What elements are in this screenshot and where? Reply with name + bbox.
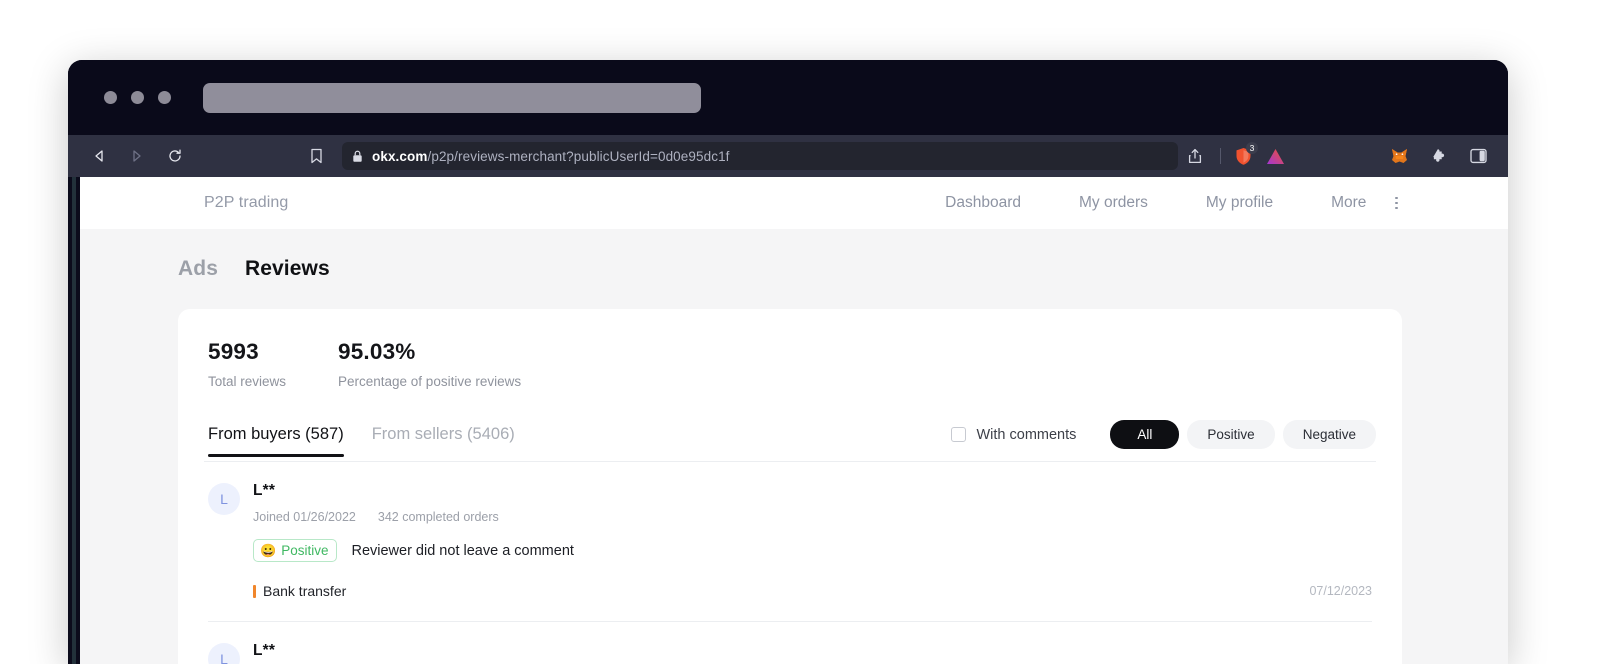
- reviews-filter-row: From buyers (587) From sellers (5406) Wi…: [204, 420, 1376, 461]
- navigation-buttons: [90, 147, 184, 165]
- reload-icon[interactable]: [166, 147, 184, 165]
- nav-link-my-profile[interactable]: My profile: [1177, 194, 1302, 212]
- reviewer-orders: 342 completed orders: [377, 510, 499, 524]
- review-header: L L** Joined 01/26/2022 342 completed or…: [208, 482, 1372, 524]
- nav-link-dashboard[interactable]: Dashboard: [916, 194, 1050, 212]
- toolbar-divider: [1220, 148, 1221, 164]
- stat-total-reviews: 5993 Total reviews: [208, 339, 338, 389]
- filter-controls: With comments All Positive Negative: [951, 420, 1376, 461]
- metamask-fox-icon[interactable]: [1379, 147, 1420, 165]
- review-identity: L** Joined 01/26/2022 342 completed orde…: [253, 482, 499, 524]
- reviewer-name[interactable]: L**: [253, 482, 499, 500]
- with-comments-label: With comments: [976, 426, 1077, 443]
- total-reviews-label: Total reviews: [208, 374, 287, 389]
- nav-link-more[interactable]: More: [1302, 194, 1395, 212]
- back-icon[interactable]: [90, 147, 108, 165]
- more-vertical-dots-icon[interactable]: [1395, 196, 1402, 210]
- review-identity: L**: [253, 642, 275, 664]
- brand-title[interactable]: P2P trading: [204, 194, 288, 212]
- filter-pill-negative[interactable]: Negative: [1282, 420, 1376, 449]
- payment-marker-icon: [253, 584, 256, 598]
- reviews-card: 5993 Total reviews 95.03% Percentage of …: [178, 309, 1402, 664]
- tab-reviews[interactable]: Reviews: [245, 257, 330, 281]
- minimize-window-button[interactable]: [131, 91, 144, 104]
- smiley-icon: 😀: [260, 543, 277, 558]
- site-header: P2P trading Dashboard My orders My profi…: [80, 177, 1508, 229]
- sidebar-toggle-icon[interactable]: [1459, 148, 1498, 164]
- avatar: L: [208, 643, 240, 664]
- stat-positive-percentage: 95.03% Percentage of positive reviews: [338, 339, 521, 389]
- review-item: L L**: [204, 622, 1376, 664]
- brave-logo-icon[interactable]: [1258, 148, 1293, 165]
- reviewer-name[interactable]: L**: [253, 642, 275, 660]
- toolbar-right-icons: 3: [1178, 141, 1508, 166]
- status-badge-label: Positive: [281, 543, 329, 558]
- reviewer-joined: Joined 01/26/2022: [253, 510, 356, 524]
- browser-tab[interactable]: [203, 82, 701, 113]
- with-comments-checkbox-wrapper[interactable]: With comments: [951, 427, 1076, 443]
- filter-pill-all[interactable]: All: [1110, 420, 1180, 449]
- bookmark-icon[interactable]: [310, 147, 323, 165]
- window-controls[interactable]: [104, 91, 171, 104]
- payment-method-label: Bank transfer: [263, 583, 347, 599]
- review-header: L L**: [208, 642, 1372, 664]
- address-bar[interactable]: okx.com/p2p/reviews-merchant?publicUserI…: [342, 142, 1178, 170]
- avatar: L: [208, 483, 240, 515]
- tab-from-buyers[interactable]: From buyers (587): [208, 425, 344, 457]
- wallet-icon[interactable]: [1498, 148, 1508, 164]
- url-path: /p2p/reviews-merchant?publicUserId=0d0e9…: [427, 148, 730, 164]
- brave-shields-icon[interactable]: 3: [1229, 141, 1258, 166]
- browser-toolbar: okx.com/p2p/reviews-merchant?publicUserI…: [68, 135, 1508, 177]
- close-window-button[interactable]: [104, 91, 117, 104]
- status-badge: 😀 Positive: [253, 539, 338, 562]
- with-comments-checkbox[interactable]: [951, 427, 967, 442]
- reviewer-meta: Joined 01/26/2022 342 completed orders: [253, 510, 499, 524]
- url-domain: okx.com: [372, 148, 428, 164]
- nav-link-my-orders[interactable]: My orders: [1050, 194, 1177, 212]
- total-reviews-value: 5993: [208, 339, 259, 364]
- review-body: 😀 Positive Reviewer did not leave a comm…: [253, 539, 1372, 562]
- section-tabs: Ads Reviews: [80, 229, 1508, 281]
- review-footer: Bank transfer 07/12/2023: [253, 583, 1372, 599]
- tab-from-sellers[interactable]: From sellers (5406): [372, 425, 515, 457]
- url-text: okx.com/p2p/reviews-merchant?publicUserI…: [372, 149, 730, 164]
- share-icon[interactable]: [1178, 148, 1212, 164]
- positive-percentage-value: 95.03%: [338, 339, 416, 364]
- stats-row: 5993 Total reviews 95.03% Percentage of …: [204, 339, 1376, 389]
- review-comment: Reviewer did not leave a comment: [351, 542, 574, 559]
- site-nav-links: Dashboard My orders My profile More: [916, 194, 1402, 212]
- extensions-group: [1379, 147, 1508, 165]
- window-left-edge: [68, 177, 80, 664]
- screenshot-stage: okx.com/p2p/reviews-merchant?publicUserI…: [0, 0, 1600, 664]
- shield-count-badge: 3: [1246, 141, 1258, 154]
- review-date: 07/12/2023: [1309, 584, 1372, 598]
- page-content: P2P trading Dashboard My orders My profi…: [80, 177, 1508, 664]
- positive-percentage-label: Percentage of positive reviews: [338, 374, 522, 389]
- puzzle-extensions-icon[interactable]: [1420, 148, 1459, 165]
- page-viewport: P2P trading Dashboard My orders My profi…: [68, 177, 1508, 664]
- browser-window: okx.com/p2p/reviews-merchant?publicUserI…: [68, 60, 1508, 664]
- filter-pill-positive[interactable]: Positive: [1187, 420, 1275, 449]
- lock-icon: [352, 150, 363, 163]
- tab-ads[interactable]: Ads: [178, 257, 218, 281]
- payment-method: Bank transfer: [253, 583, 346, 599]
- forward-icon[interactable]: [128, 147, 146, 165]
- review-item: L L** Joined 01/26/2022 342 completed or…: [204, 462, 1376, 622]
- browser-titlebar: [68, 60, 1508, 135]
- maximize-window-button[interactable]: [158, 91, 171, 104]
